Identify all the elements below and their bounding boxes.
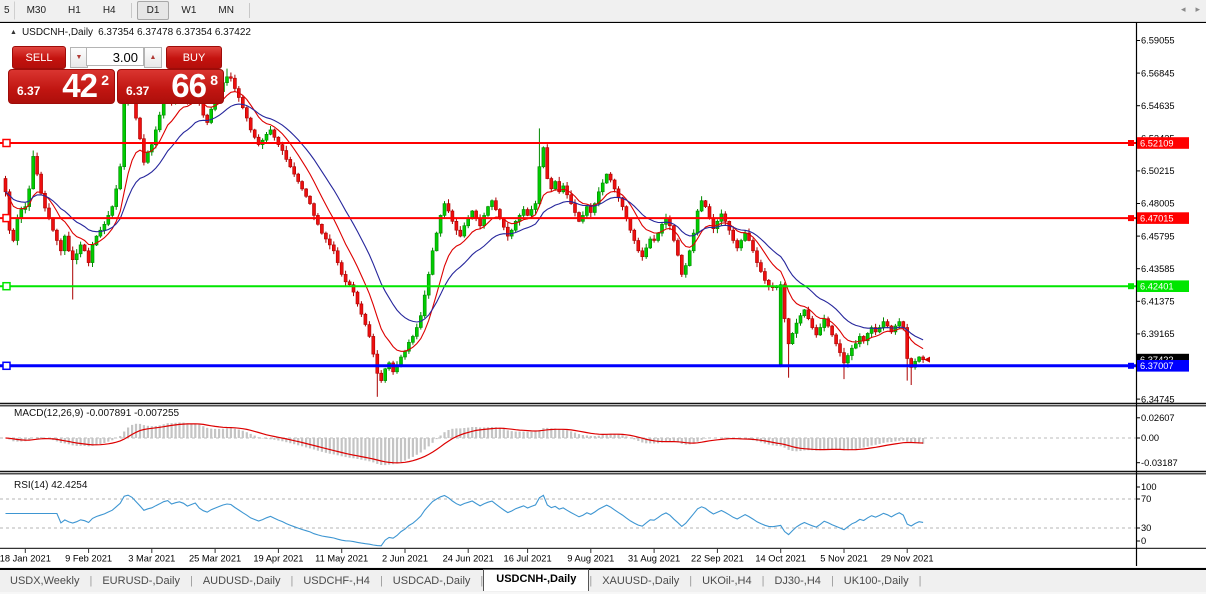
svg-text:6.50215: 6.50215 <box>1141 166 1175 176</box>
timeframe-h1-button[interactable]: H1 <box>58 1 91 20</box>
svg-text:6.39165: 6.39165 <box>1141 329 1175 339</box>
svg-text:6.54635: 6.54635 <box>1141 101 1175 111</box>
tab-uk100-daily[interactable]: UK100-,Daily <box>834 572 919 591</box>
svg-text:11 May 2021: 11 May 2021 <box>315 554 368 564</box>
macd-label: MACD(12,26,9) -0.007891 -0.007255 <box>14 408 179 419</box>
tab-ukoil-h4[interactable]: UKOil-,H4 <box>692 572 762 591</box>
chevron-up-icon: ▲ <box>150 54 157 61</box>
tab-scroll-right-icon[interactable]: ▸ <box>1195 4 1200 15</box>
svg-text:30: 30 <box>1141 523 1151 533</box>
sell-button[interactable]: SELL <box>12 46 66 69</box>
svg-text:6.45795: 6.45795 <box>1141 231 1175 241</box>
tab-usdcnh-daily[interactable]: USDCNH-,Daily <box>483 569 589 591</box>
svg-text:31 Aug 2021: 31 Aug 2021 <box>628 554 680 564</box>
svg-text:14 Oct 2021: 14 Oct 2021 <box>755 554 806 564</box>
svg-text:6.43585: 6.43585 <box>1141 264 1175 274</box>
buy-price-sup: 8 <box>210 72 218 88</box>
svg-text:25 Mar 2021: 25 Mar 2021 <box>189 554 241 564</box>
trade-widget: SELL ▼ 3.00 ▲ BUY 6.37 42 2 6.37 66 8 <box>8 44 224 102</box>
tab-usdx-weekly[interactable]: USDX,Weekly <box>0 572 89 591</box>
volume-input[interactable]: 3.00 <box>86 47 144 66</box>
tab-usdchf-h4[interactable]: USDCHF-,H4 <box>293 572 380 591</box>
tab-eurusd-daily[interactable]: EURUSD-,Daily <box>92 572 190 591</box>
svg-text:-0.03187: -0.03187 <box>1141 458 1178 468</box>
svg-text:0.02607: 0.02607 <box>1141 413 1175 423</box>
buy-price-small: 6.37 <box>126 84 149 98</box>
svg-text:0.00: 0.00 <box>1141 433 1159 443</box>
timeframe-w1-button[interactable]: W1 <box>171 1 206 20</box>
collapse-trade-panel-icon[interactable]: ▲ <box>10 29 17 36</box>
timeframe-m30-button[interactable]: M30 <box>17 1 56 20</box>
svg-text:24 Jun 2021: 24 Jun 2021 <box>443 554 494 564</box>
timeframe-mn-button[interactable]: MN <box>208 1 244 20</box>
timeframe-toolbar: 5M30H1H4 D1W1MN <box>0 0 1206 22</box>
svg-text:9 Aug 2021: 9 Aug 2021 <box>567 554 614 564</box>
svg-text:6.41375: 6.41375 <box>1141 297 1175 307</box>
sell-price-small: 6.37 <box>17 84 40 98</box>
svg-text:6.34745: 6.34745 <box>1141 394 1175 404</box>
chart-symbol-title: USDCNH-,Daily <box>22 27 93 38</box>
svg-text:5 Nov 2021: 5 Nov 2021 <box>820 554 868 564</box>
svg-text:6.37007: 6.37007 <box>1140 361 1174 371</box>
tab-audusd-daily[interactable]: AUDUSD-,Daily <box>193 572 291 591</box>
timeframe-h4-button[interactable]: H4 <box>93 1 126 20</box>
svg-text:2 Jun 2021: 2 Jun 2021 <box>382 554 428 564</box>
tab-usdcad-daily[interactable]: USDCAD-,Daily <box>383 572 481 591</box>
chart-ohlc-values: 6.37354 6.37478 6.37354 6.37422 <box>98 27 251 38</box>
symbol-tabbar: USDX,Weekly|EURUSD-,Daily|AUDUSD-,Daily|… <box>0 568 1206 592</box>
buy-price-button[interactable]: 6.37 66 8 <box>117 69 224 104</box>
svg-text:70: 70 <box>1141 494 1151 504</box>
svg-text:3 Mar 2021: 3 Mar 2021 <box>128 554 175 564</box>
volume-increase-button[interactable]: ▲ <box>144 47 162 68</box>
svg-text:100: 100 <box>1141 482 1157 492</box>
sell-price-button[interactable]: 6.37 42 2 <box>8 69 115 104</box>
svg-text:9 Feb 2021: 9 Feb 2021 <box>65 554 112 564</box>
svg-text:6.52109: 6.52109 <box>1140 138 1174 148</box>
tab-separator: | <box>919 575 922 587</box>
sell-price-big: 42 <box>62 67 97 105</box>
svg-text:19 Apr 2021: 19 Apr 2021 <box>253 554 303 564</box>
buy-button[interactable]: BUY <box>166 46 222 69</box>
svg-text:6.42401: 6.42401 <box>1140 282 1174 292</box>
sell-price-sup: 2 <box>101 72 109 88</box>
chevron-down-icon: ▼ <box>76 54 83 61</box>
svg-text:22 Sep 2021: 22 Sep 2021 <box>691 554 744 564</box>
tab-scroll-left-icon[interactable]: ◂ <box>1181 4 1186 15</box>
chart-header: ▲ USDCNH-,Daily 6.37354 6.37478 6.37354 … <box>10 27 251 38</box>
toolbar-separator <box>131 3 132 18</box>
buy-price-big: 66 <box>171 67 206 105</box>
svg-text:16 Jul 2021: 16 Jul 2021 <box>504 554 552 564</box>
svg-text:6.48005: 6.48005 <box>1141 199 1175 209</box>
timeframe-partial-button[interactable]: 5 <box>1 1 15 20</box>
svg-text:6.59055: 6.59055 <box>1141 36 1175 46</box>
svg-text:0: 0 <box>1141 536 1146 546</box>
tab-nav: ◂ ▸ <box>1181 4 1200 15</box>
svg-text:18 Jan 2021: 18 Jan 2021 <box>0 554 51 564</box>
svg-text:29 Nov 2021: 29 Nov 2021 <box>881 554 934 564</box>
svg-text:6.47015: 6.47015 <box>1140 214 1174 224</box>
tab-dj30-h4[interactable]: DJ30-,H4 <box>764 572 830 591</box>
rsi-label: RSI(14) 42.4254 <box>14 480 87 491</box>
svg-text:6.56845: 6.56845 <box>1141 68 1175 78</box>
toolbar-separator <box>249 3 250 18</box>
tab-xauusd-daily[interactable]: XAUUSD-,Daily <box>592 572 689 591</box>
timeframe-d1-button[interactable]: D1 <box>137 1 170 20</box>
